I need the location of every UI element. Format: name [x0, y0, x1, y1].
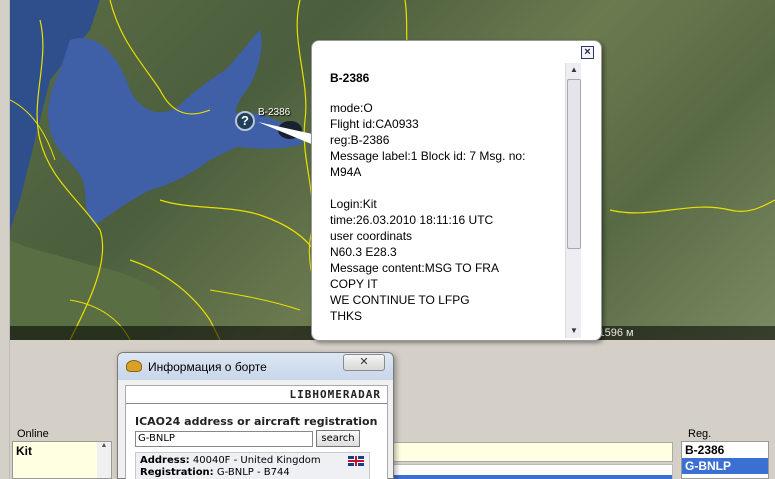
- balloon-line: Flight id:CA0933: [330, 117, 419, 131]
- icao-input[interactable]: G-BNLP: [135, 431, 313, 447]
- reg-list-item[interactable]: B-2386: [682, 442, 768, 458]
- uk-flag-icon: [348, 456, 364, 466]
- scroll-up-icon[interactable]: ▲: [101, 442, 108, 449]
- balloon-line: time:26.03.2010 18:11:16 UTC: [330, 213, 494, 227]
- address-key: Address:: [140, 455, 190, 466]
- reg-list[interactable]: B-2386 G-BNLP: [681, 441, 769, 479]
- balloon-line: reg:B-2386: [330, 133, 390, 147]
- app-window: ? B-2386 r s 55°19'58.70" С 9°11'30.81" …: [0, 0, 775, 479]
- divider: [126, 403, 387, 404]
- balloon-line: COPY IT: [330, 277, 378, 291]
- reg-label: Reg.: [688, 428, 712, 440]
- close-icon[interactable]: ×: [581, 46, 594, 59]
- balloon-content: B-2386 mode:O Flight id:CA0933 reg:B-238…: [330, 67, 565, 337]
- balloon-title: B-2386: [330, 71, 370, 85]
- balloon-line: Message content:MSG TO FRA: [330, 261, 499, 275]
- marker-label: B-2386: [258, 107, 291, 118]
- online-list-scrollbar[interactable]: ▲: [97, 442, 111, 478]
- brand-logo: LIBHOMERADAR: [289, 388, 381, 401]
- balloon-line: THKS: [330, 309, 363, 323]
- balloon-line: mode:O: [330, 101, 373, 115]
- balloon-line: Message label:1 Block id: 7 Msg. no:: [330, 149, 526, 163]
- app-icon: [126, 360, 142, 372]
- lookup-result: Address: 40040F - United Kingdom Registr…: [135, 452, 370, 479]
- balloon-line: N60.3 E28.3: [330, 245, 397, 259]
- message-bar[interactable]: [392, 442, 673, 462]
- info-window-titlebar[interactable]: Информация о борте ✕: [118, 353, 393, 380]
- scroll-up-icon[interactable]: ▲: [566, 63, 582, 77]
- info-window-title: Информация о борте: [148, 360, 267, 374]
- aircraft-marker-icon[interactable]: ?: [235, 111, 255, 131]
- balloon-spacer: [330, 180, 565, 196]
- registration-key: Registration:: [140, 467, 214, 478]
- message-list[interactable]: [392, 464, 673, 479]
- registration-row: Registration: G-BNLP - B744: [140, 467, 365, 479]
- reg-list-item-selected[interactable]: G-BNLP: [682, 458, 768, 474]
- flight-info-balloon: × B-2386 mode:O Flight id:CA0933 reg:B-2…: [311, 40, 602, 341]
- message-selection: [393, 475, 672, 479]
- address-row: Address: 40040F - United Kingdom: [140, 455, 365, 467]
- left-edge: [0, 0, 10, 479]
- online-list[interactable]: Kit ▲: [12, 441, 112, 479]
- registration-value: G-BNLP - B744: [213, 467, 290, 478]
- close-button[interactable]: ✕: [343, 354, 385, 371]
- icao-label: ICAO24 address or aircraft registration: [135, 415, 378, 428]
- search-button[interactable]: search: [316, 430, 360, 447]
- aircraft-info-window: Информация о борте ✕ LIBHOMERADAR ICAO24…: [117, 352, 394, 479]
- balloon-line: Login:Kit: [330, 197, 377, 211]
- online-label: Online: [17, 428, 49, 440]
- scroll-thumb[interactable]: [567, 79, 581, 249]
- address-value: 40040F - United Kingdom: [189, 455, 321, 466]
- balloon-line: WE CONTINUE TO LFPG: [330, 293, 470, 307]
- info-window-body: LIBHOMERADAR ICAO24 address or aircraft …: [125, 385, 388, 479]
- balloon-line: M94A: [330, 165, 362, 179]
- balloon-line: user coordinats: [330, 229, 413, 243]
- scroll-down-icon[interactable]: ▼: [566, 324, 582, 338]
- balloon-scrollbar[interactable]: ▲ ▼: [565, 63, 581, 338]
